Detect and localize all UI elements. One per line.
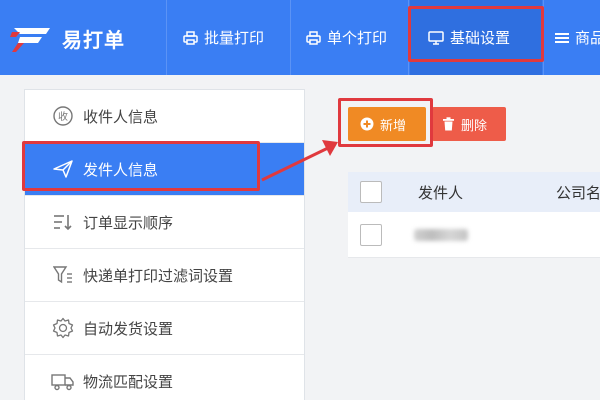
- delete-button[interactable]: 删除: [432, 107, 506, 141]
- select-all-checkbox[interactable]: [360, 181, 382, 203]
- nav-label: 批量打印: [204, 29, 265, 47]
- nav-label: 单个打印: [327, 29, 388, 47]
- nav-divider: [290, 0, 291, 75]
- nav-divider: [166, 0, 167, 75]
- sidebar-item-label: 收件人信息: [83, 107, 159, 126]
- app-logo[interactable]: 易打单: [10, 22, 125, 54]
- nav-products[interactable]: 商品: [555, 0, 600, 75]
- column-header-sender: 发件人: [418, 183, 464, 202]
- sidebar-item-label: 自动发货设置: [83, 319, 174, 338]
- gear-icon: [51, 316, 75, 340]
- printer-icon: [306, 30, 321, 45]
- redacted-sender-name: [414, 228, 468, 241]
- sidebar-item-label: 物流匹配设置: [83, 373, 174, 391]
- sidebar-item-auto-ship[interactable]: 自动发货设置: [25, 302, 304, 355]
- nav-batch-print[interactable]: 批量打印: [183, 0, 264, 75]
- trash-icon: [442, 117, 455, 131]
- sidebar-item-logistics-match[interactable]: 物流匹配设置: [25, 355, 304, 400]
- send-icon: [51, 157, 75, 181]
- plus-circle-icon: [360, 117, 374, 131]
- table-header: 发件人 公司名: [348, 172, 600, 212]
- nav-divider: [543, 0, 544, 75]
- nav-basic-settings[interactable]: 基础设置: [410, 0, 542, 75]
- list-icon: [555, 32, 569, 44]
- settings-sidebar: 收 收件人信息 发件人信息 订单显示顺序 快递单打印过滤词设置 自动发货设置 物…: [24, 89, 305, 400]
- sidebar-item-label: 快递单打印过滤词设置: [83, 266, 234, 285]
- column-header-company: 公司名: [556, 183, 600, 202]
- table-row[interactable]: [348, 212, 600, 258]
- delete-button-label: 删除: [461, 118, 488, 134]
- sidebar-item-label: 发件人信息: [83, 160, 159, 179]
- nav-label: 基础设置: [450, 29, 511, 47]
- truck-icon: [51, 370, 75, 394]
- sidebar-item-sender-info[interactable]: 发件人信息: [25, 143, 304, 196]
- logo-icon: [10, 28, 50, 52]
- row-checkbox[interactable]: [360, 223, 382, 246]
- add-button[interactable]: 新增: [348, 107, 426, 141]
- sort-icon: [51, 210, 75, 234]
- printer-icon: [183, 30, 198, 45]
- sidebar-item-order-sequence[interactable]: 订单显示顺序: [25, 196, 304, 249]
- add-button-label: 新增: [380, 118, 407, 134]
- nav-divider: [408, 0, 409, 75]
- app-name: 易打单: [62, 27, 125, 52]
- receive-icon: 收: [51, 104, 75, 128]
- svg-text:收: 收: [58, 110, 68, 123]
- sender-table: 发件人 公司名: [348, 172, 600, 258]
- sidebar-item-recipient-info[interactable]: 收 收件人信息: [25, 90, 304, 143]
- sidebar-item-label: 订单显示顺序: [83, 213, 174, 232]
- monitor-icon: [428, 30, 444, 45]
- nav-single-print[interactable]: 单个打印: [306, 0, 387, 75]
- top-navbar: 易打单 批量打印 单个打印 基础设置 商品: [0, 0, 600, 75]
- nav-label: 商品: [575, 29, 600, 47]
- filter-icon: [51, 263, 75, 287]
- sidebar-item-print-filter[interactable]: 快递单打印过滤词设置: [25, 249, 304, 302]
